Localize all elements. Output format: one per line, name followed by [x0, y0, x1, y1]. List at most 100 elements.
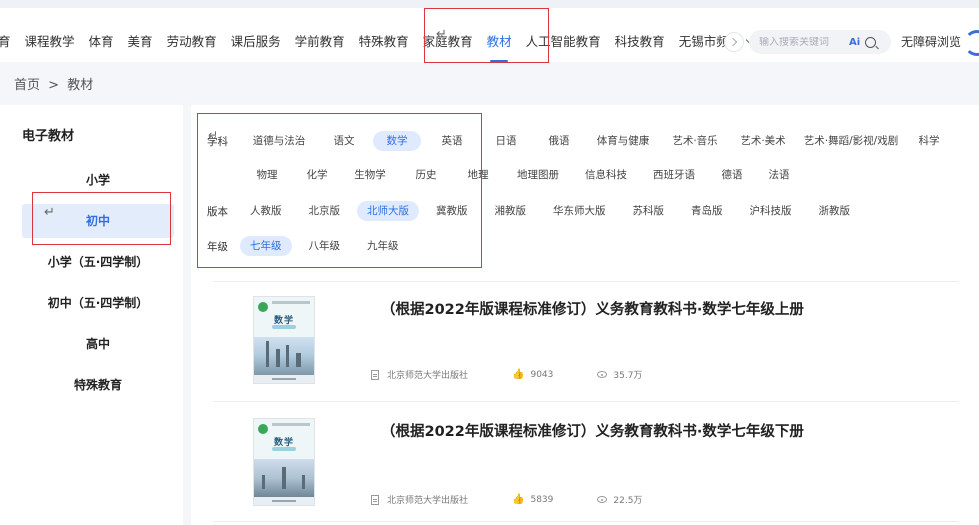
publisher-logo-icon — [258, 424, 268, 434]
nav-item-textbooks[interactable]: 教材 — [480, 16, 519, 68]
edition-option[interactable]: 人教版 — [240, 201, 292, 221]
subject-option[interactable]: 西班牙语 — [643, 165, 705, 185]
subject-option[interactable]: 日语 — [483, 131, 529, 151]
filter-grade-label: 年级 — [207, 240, 228, 253]
filter-edition-label: 版本 — [207, 205, 228, 218]
subject-option[interactable]: 艺术·美术 — [733, 131, 793, 151]
subject-option[interactable]: 化学 — [297, 165, 337, 185]
eye-icon — [597, 496, 608, 503]
subject-option[interactable]: 道德与法治 — [243, 131, 315, 151]
sidebar-item-junior-high-54[interactable]: 初中（五·四学制） — [22, 286, 174, 320]
accessibility-link[interactable]: 无障碍浏览 — [901, 33, 961, 50]
search-input[interactable] — [759, 36, 841, 48]
publisher-icon — [371, 494, 379, 505]
edition-option[interactable]: 湘教版 — [485, 201, 537, 221]
nav-item-special[interactable]: 特殊教育 — [352, 16, 416, 68]
sidebar-title: 电子教材 — [22, 129, 75, 144]
edition-option[interactable]: 苏科版 — [623, 201, 675, 221]
user-menu-icon[interactable] — [964, 30, 979, 56]
edition-option[interactable]: 华东师大版 — [543, 201, 616, 221]
book-likes: 5839 — [530, 494, 554, 505]
book-likes: 9043 — [530, 369, 554, 380]
subject-option[interactable]: 艺术·舞蹈/影视/戏剧 — [799, 131, 903, 151]
grade-option-selected[interactable]: 七年级 — [240, 236, 292, 256]
edition-option[interactable]: 沪科技版 — [740, 201, 802, 221]
edition-option[interactable]: 北京版 — [299, 201, 351, 221]
nav-scroll-right-button[interactable] — [724, 32, 744, 52]
filter-grade-row: 年级 七年级 八年级 九年级 — [191, 234, 416, 258]
edition-option[interactable]: 浙教版 — [809, 201, 861, 221]
subject-option[interactable]: 信息科技 — [575, 165, 637, 185]
publisher-icon — [371, 369, 379, 380]
sidebar-item-senior-high[interactable]: 高中 — [22, 327, 174, 361]
book-publisher: 北京师范大学出版社 — [387, 496, 469, 506]
book-cover[interactable]: 数学 — [253, 418, 315, 506]
return-arrow-icon: ↵ — [44, 205, 55, 220]
book-meta: 北京师范大学出版社 👍 5839 22.5万 — [371, 493, 686, 506]
book-publisher: 北京师范大学出版社 — [387, 371, 469, 381]
ai-search-icon[interactable]: Ai — [849, 37, 860, 48]
nav-item-sports[interactable]: 体育 — [82, 16, 121, 68]
breadcrumb-home[interactable]: 首页 — [14, 78, 40, 93]
book-cover[interactable]: 数学 — [253, 296, 315, 384]
subject-option[interactable]: 法语 — [759, 165, 799, 185]
subject-option-selected[interactable]: 数学 — [373, 131, 421, 151]
subject-option[interactable]: 地理 — [455, 165, 501, 185]
nav-item-labor[interactable]: 劳动教育 — [160, 16, 224, 68]
subject-option[interactable]: 地理图册 — [507, 165, 569, 185]
publisher-logo-icon — [258, 302, 268, 312]
cover-bridge-image — [254, 459, 314, 497]
book-card[interactable]: 数学 （根据2022年版课程标准修订）义务教育教科书·数学七年级下册 北京师范大… — [213, 402, 959, 522]
nav-item-tech-education[interactable]: 科技教育 — [608, 16, 672, 68]
edition-option[interactable]: 青岛版 — [681, 201, 733, 221]
subject-option[interactable]: 生物学 — [343, 165, 397, 185]
chevron-right-icon — [728, 37, 738, 47]
book-meta: 北京师范大学出版社 👍 9043 35.7万 — [371, 368, 686, 381]
sidebar-item-primary[interactable]: 小学 — [22, 163, 174, 197]
nav-item-after-school[interactable]: 课后服务 — [224, 16, 288, 68]
nav-item-education-tail[interactable]: 育 — [0, 16, 18, 68]
subject-option[interactable]: 科学 — [909, 131, 949, 151]
filter-subject-row: 学科 道德与法治 语文 数学 英语 日语 俄语 体育与健康 艺术·音乐 艺术·美… — [191, 129, 952, 153]
subject-option[interactable]: 历史 — [403, 165, 449, 185]
subject-option[interactable]: 德语 — [711, 165, 753, 185]
book-card[interactable]: 数学 （根据2022年版课程标准修订）义务教育教科书·数学七年级上册 北京师范大… — [213, 282, 959, 402]
thumbs-up-icon[interactable]: 👍 — [512, 369, 524, 380]
search-box: Ai — [749, 30, 891, 54]
nav-item-aesthetics[interactable]: 美育 — [121, 16, 160, 68]
nav-item-ai-education[interactable]: 人工智能教育 — [519, 16, 608, 68]
subject-option[interactable]: 英语 — [427, 131, 477, 151]
grade-option[interactable]: 九年级 — [357, 236, 409, 256]
textbook-main-panel: 学科 道德与法治 语文 数学 英语 日语 俄语 体育与健康 艺术·音乐 艺术·美… — [191, 105, 979, 525]
breadcrumb-separator: > — [48, 78, 60, 93]
breadcrumb: 首页 > 教材 — [14, 74, 97, 93]
search-icon[interactable] — [865, 36, 877, 48]
edition-option[interactable]: 冀教版 — [426, 201, 478, 221]
top-nav-bar: 育 课程教学 体育 美育 劳动教育 课后服务 学前教育 特殊教育 家庭教育 教材… — [0, 0, 979, 62]
breadcrumb-current: 教材 — [67, 78, 94, 93]
book-views: 22.5万 — [613, 496, 643, 506]
filter-subject-row-2: 物理 化学 生物学 历史 地理 地理图册 信息科技 西班牙语 德语 法语 — [191, 163, 802, 187]
nav-more-dropdown[interactable]: 无锡市频道 — [672, 16, 761, 68]
subject-option[interactable]: 体育与健康 — [589, 131, 657, 151]
thumbs-up-icon[interactable]: 👍 — [512, 494, 524, 505]
subject-option[interactable]: 语文 — [321, 131, 367, 151]
subject-option[interactable]: 俄语 — [535, 131, 583, 151]
subject-option[interactable]: 艺术·音乐 — [663, 131, 727, 151]
textbook-sidebar: 电子教材 小学 初中 小学（五·四学制） 初中（五·四学制） 高中 特殊教育 — [0, 105, 183, 525]
eye-icon — [597, 371, 608, 378]
divider — [213, 521, 959, 522]
channel-nav: 育 课程教学 体育 美育 劳动教育 课后服务 学前教育 特殊教育 家庭教育 教材… — [0, 16, 760, 68]
nav-item-curriculum[interactable]: 课程教学 — [18, 16, 82, 68]
return-arrow-icon: ↵ — [436, 27, 447, 42]
nav-item-preschool[interactable]: 学前教育 — [288, 16, 352, 68]
book-title[interactable]: （根据2022年版课程标准修订）义务教育教科书·数学七年级上册 — [381, 298, 804, 319]
subject-option[interactable]: 物理 — [243, 165, 291, 185]
sidebar-item-primary-54[interactable]: 小学（五·四学制） — [22, 245, 174, 279]
nav-item-family[interactable]: 家庭教育 — [416, 16, 480, 68]
grade-option[interactable]: 八年级 — [299, 236, 351, 256]
return-arrow-icon: ↵ — [208, 128, 219, 142]
sidebar-item-special-education[interactable]: 特殊教育 — [22, 368, 174, 402]
edition-option-selected[interactable]: 北师大版 — [357, 201, 419, 221]
book-title[interactable]: （根据2022年版课程标准修订）义务教育教科书·数学七年级下册 — [381, 420, 804, 441]
